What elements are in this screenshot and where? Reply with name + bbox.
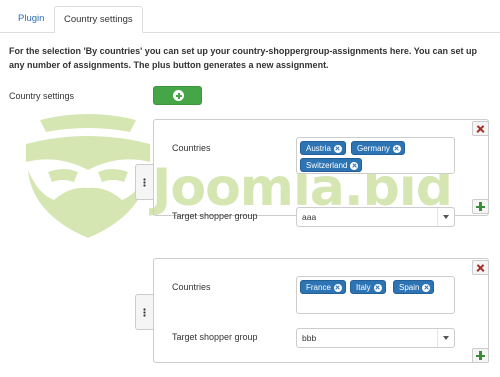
countries-label: Countries (172, 143, 211, 153)
country-chip-label: France (306, 283, 331, 292)
remove-chip-icon[interactable] (333, 284, 342, 292)
country-chip-label: Spain (399, 283, 420, 292)
add-after-button[interactable] (472, 199, 489, 214)
dropdown-toggle[interactable] (437, 208, 454, 226)
target-shopper-group-label: Target shopper group (172, 211, 258, 221)
drag-handle-icon[interactable] (135, 164, 154, 200)
select-value: bbb (302, 333, 317, 343)
tab-plugin[interactable]: Plugin (9, 6, 53, 33)
drag-dots-icon (143, 178, 146, 187)
country-chip-label: Germany (357, 144, 390, 153)
add-after-button[interactable] (472, 348, 489, 363)
country-chip: Germany (351, 141, 405, 155)
select-value: aaa (302, 212, 317, 222)
remove-chip-icon[interactable] (422, 284, 431, 292)
target-shopper-group-label: Target shopper group (172, 332, 258, 342)
countries-multiselect[interactable]: France Italy Spain (296, 276, 455, 314)
target-shopper-group-select[interactable]: bbb (296, 328, 455, 348)
remove-chip-icon[interactable] (333, 145, 342, 153)
country-chip-label: Italy (356, 283, 371, 292)
countries-multiselect[interactable]: Austria Germany Switzerland (296, 137, 455, 174)
countries-label: Countries (172, 282, 211, 292)
dropdown-toggle[interactable] (437, 329, 454, 347)
chevron-down-icon (443, 215, 449, 219)
country-chip: Switzerland (300, 158, 363, 172)
remove-chip-icon[interactable] (392, 145, 401, 153)
tab-bar: Plugin Country settings (0, 6, 500, 33)
drag-handle-icon[interactable] (135, 294, 154, 330)
remove-chip-icon[interactable] (373, 284, 382, 292)
plus-circle-icon (173, 90, 184, 101)
country-chip-label: Austria (306, 144, 331, 153)
drag-dots-icon (143, 308, 146, 317)
remove-assignment-button[interactable] (472, 121, 489, 136)
country-chip: Austria (300, 141, 346, 155)
description-text: For the selection 'By countries' you can… (9, 46, 478, 70)
country-chip-label: Switzerland (306, 161, 348, 170)
chevron-down-icon (443, 336, 449, 340)
target-shopper-group-select[interactable]: aaa (296, 207, 455, 227)
remove-assignment-button[interactable] (472, 260, 489, 275)
add-assignment-button[interactable] (153, 86, 202, 105)
tab-country-settings[interactable]: Country settings (54, 6, 143, 33)
country-chip: Spain (393, 280, 435, 294)
country-chip: France (300, 280, 346, 294)
remove-chip-icon[interactable] (350, 162, 359, 170)
country-chip: Italy (350, 280, 386, 294)
country-settings-label: Country settings (9, 91, 75, 101)
